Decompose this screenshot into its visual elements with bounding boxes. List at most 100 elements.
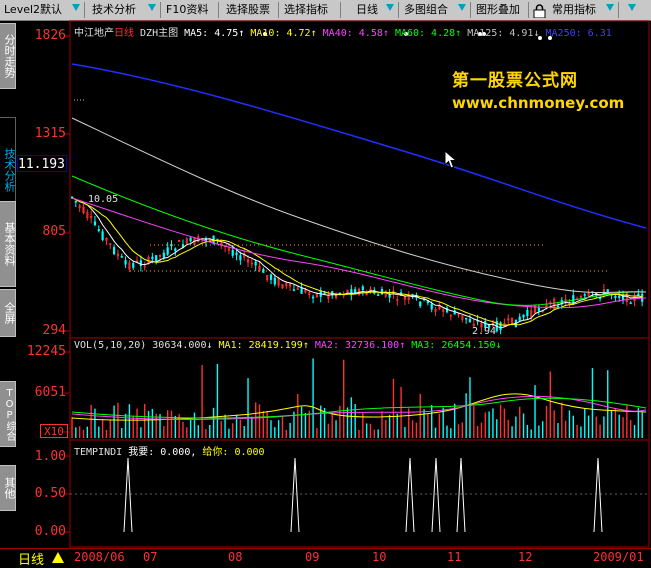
- candle-body: [254, 261, 257, 266]
- volume-multiplier: X10: [40, 424, 68, 438]
- candle-body: [74, 200, 77, 203]
- candle-body: [522, 314, 525, 318]
- volume-ma3-line: [71, 397, 647, 419]
- candle-body: [189, 237, 192, 242]
- x-axis-label: 08: [228, 550, 243, 564]
- stock-name: 中江地产: [74, 28, 114, 39]
- candle-body: [526, 309, 529, 316]
- candle-body: [618, 295, 621, 298]
- ma5-arrow: ↑: [238, 28, 245, 39]
- mouse-cursor-icon: [444, 149, 458, 174]
- candle-body: [112, 247, 116, 255]
- x-axis-label: 11: [447, 550, 462, 564]
- candle-body: [120, 256, 123, 258]
- period-switch-label[interactable]: 日线: [18, 549, 44, 568]
- candle-body: [388, 294, 391, 298]
- candle-body: [572, 295, 575, 304]
- candle-body: [93, 221, 97, 226]
- candle-body: [637, 293, 640, 296]
- indicator-spike: [593, 457, 603, 533]
- candle-body: [614, 295, 617, 299]
- bottom-bar: 日线 2008/06 07 08 09 10 11 12 2009/01: [0, 548, 651, 568]
- x-axis-label: 2009/01: [593, 550, 644, 564]
- x-axis-label: 12: [518, 550, 533, 564]
- candle-body: [583, 294, 586, 296]
- candle-body: [323, 292, 326, 295]
- price-axis-label: 294: [42, 323, 66, 338]
- volume-chart-title: VOL(5,10,20) 30634.000↓ MA1: 28419.199↑ …: [74, 340, 502, 351]
- candle-body: [377, 294, 380, 296]
- indicator-chart-name: TEMPINDI: [74, 447, 123, 458]
- candle-body: [151, 256, 154, 260]
- price-axis-label: 1315: [34, 126, 66, 141]
- indicator-axis-label: 1.00: [34, 449, 66, 464]
- ma60-value: MA60: 4.28: [394, 28, 456, 39]
- volume-ma1-arrow: ↑: [302, 340, 309, 351]
- volume-ma2-arrow: ↑: [399, 340, 406, 351]
- ma10-value: MA10: 4.72: [250, 28, 311, 39]
- candle-body: [124, 260, 127, 265]
- indicator-spike: [123, 457, 133, 533]
- candle-body: [231, 250, 234, 256]
- indicator-spike: [431, 457, 441, 533]
- indicator-name: DZH主图: [140, 28, 179, 39]
- x-axis-label: 10: [372, 550, 387, 564]
- indicator-spike: [290, 457, 300, 533]
- candle-body: [139, 260, 142, 266]
- volume-value: 30634.000: [152, 340, 207, 351]
- watermark-title: 第一股票公式网: [452, 71, 578, 91]
- candle-body: [239, 255, 242, 261]
- candle-body: [629, 302, 632, 305]
- candle-body: [101, 231, 104, 241]
- cursor-price-box: 11.193: [17, 155, 67, 172]
- candle-body: [174, 248, 177, 252]
- volume-axis-label: 6051: [34, 385, 66, 400]
- ma125-line: [71, 117, 647, 294]
- price-axis-label: 1826: [34, 28, 66, 43]
- candle-body: [235, 252, 238, 256]
- ma40-value: MA40: 4.58: [322, 28, 383, 39]
- indicator-spike: [405, 457, 415, 533]
- candle-body: [273, 277, 276, 285]
- watermark-url: www.chnmoney.com: [452, 94, 625, 112]
- volume-ma2: MA2: 32736.100: [314, 340, 400, 351]
- candle-body: [97, 229, 100, 232]
- candle-body: [292, 289, 296, 291]
- candle-body: [311, 296, 315, 299]
- volume-ma2-line: [71, 395, 647, 420]
- low-price-label: 2.94: [472, 326, 497, 337]
- ma250-value: MA250: 6.31: [545, 28, 612, 39]
- ma40-arrow: ↑: [382, 28, 389, 39]
- candle-body: [606, 289, 609, 293]
- ma10-arrow: ↑: [310, 28, 317, 39]
- candle-body: [300, 287, 303, 294]
- ma125-arrow: ↓: [533, 28, 540, 39]
- indicator-axis-label: 0.50: [34, 486, 66, 501]
- candle-body: [518, 316, 521, 321]
- period-label: 日线: [114, 28, 134, 39]
- x-axis-label: 09: [305, 550, 320, 564]
- candle-body: [537, 307, 540, 311]
- ma5-line: [71, 197, 643, 329]
- x-axis-label: 07: [143, 550, 158, 564]
- ma60-arrow: ↑: [455, 28, 462, 39]
- ma125-value: MA125: 4.91: [467, 28, 534, 39]
- volume-ma3-arrow: ↓: [495, 340, 502, 351]
- indicator-chart-title: TEMPINDI 我要: 0.000, 给你: 0.000: [74, 443, 265, 458]
- indicator-geini: 给你: 0.000: [202, 447, 265, 458]
- candle-body: [132, 263, 135, 268]
- volume-ma1: MA1: 28419.199: [218, 340, 303, 351]
- high-price-label: 10.05: [88, 194, 119, 205]
- volume-ma3: MA3: 26454.150: [411, 340, 496, 351]
- main-chart-title: 中江地产日线 DZH主图 MA5: 4.75↑ MA10: 4.72↑ MA40…: [74, 24, 612, 39]
- indicator-spike: [456, 457, 466, 533]
- candle-body: [430, 303, 433, 310]
- candle-body: [361, 286, 364, 291]
- volume-arrow: ↓: [206, 340, 213, 351]
- triangle-up-icon[interactable]: [52, 552, 64, 563]
- candle-body: [162, 252, 165, 258]
- ma60-line: [71, 175, 647, 306]
- ma5-value: MA5: 4.75: [184, 28, 239, 39]
- volume-axis-label: 12245: [26, 344, 66, 359]
- volume-indicator-name: VOL(5,10,20): [74, 340, 147, 351]
